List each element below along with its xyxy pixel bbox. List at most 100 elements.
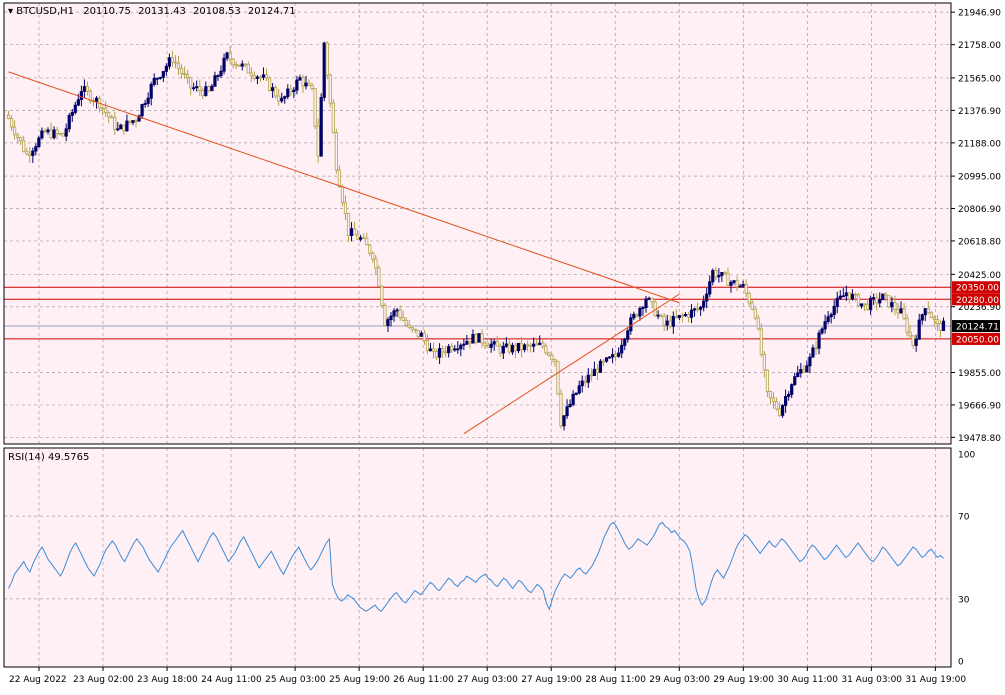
- candle-body: [289, 88, 293, 93]
- candle-body: [656, 314, 660, 317]
- candle-body: [134, 120, 138, 122]
- candle-body: [841, 295, 845, 298]
- candle-body: [173, 61, 178, 64]
- candle-body: [219, 70, 223, 77]
- candle-body: [744, 284, 748, 294]
- chart-window: 21946.90 21758.00 21565.00 21376.90 21188.00…: [0, 0, 1005, 691]
- candle-body: [346, 213, 351, 236]
- candle-body: [101, 107, 105, 110]
- candle-body: [780, 405, 785, 416]
- candle-body: [277, 95, 281, 102]
- candle-body: [240, 63, 244, 67]
- candle-body: [125, 120, 129, 132]
- candle-body: [164, 65, 168, 72]
- candle-body: [261, 74, 266, 78]
- candle-body: [601, 360, 606, 363]
- candle-body: [604, 357, 609, 362]
- candle-body: [149, 83, 153, 99]
- candle-body: [723, 272, 727, 275]
- candle-body: [301, 77, 305, 87]
- candle-body: [617, 352, 621, 357]
- candle-body: [689, 309, 694, 318]
- candle-body: [677, 314, 681, 318]
- candle-body: [386, 319, 390, 327]
- candle-body: [574, 392, 578, 395]
- candle-body: [650, 297, 654, 303]
- candle-body: [170, 57, 175, 63]
- y-tick-label: 21188.00: [958, 139, 1001, 149]
- x-tick-label: 26 Aug 11:00: [393, 675, 454, 685]
- candle-body: [225, 52, 229, 59]
- candle-body: [255, 76, 260, 79]
- candle-body: [941, 320, 946, 331]
- candle-body: [70, 112, 74, 116]
- candle-body: [559, 393, 563, 427]
- candle-body: [176, 62, 181, 69]
- candle-body: [869, 297, 873, 310]
- candle-body: [371, 252, 375, 260]
- candle-body: [665, 320, 669, 326]
- rsi-tick-label: 30: [958, 595, 970, 605]
- candle-body: [823, 321, 827, 330]
- rsi-tick-label: 70: [958, 513, 970, 523]
- candle-body: [113, 116, 117, 130]
- candle-body: [522, 344, 527, 351]
- candle-body: [568, 403, 572, 408]
- candle-body: [456, 348, 460, 351]
- candle-body: [720, 272, 724, 276]
- candle-body: [264, 74, 269, 79]
- candle-body: [161, 70, 165, 78]
- candle-body: [541, 342, 545, 347]
- candle-body: [104, 107, 108, 113]
- candle-body: [67, 115, 71, 130]
- candle-body: [495, 341, 499, 347]
- candle-body: [777, 408, 782, 416]
- candle-body: [747, 292, 751, 304]
- candle-body: [85, 86, 90, 92]
- candle-body: [55, 129, 59, 134]
- candle-body: [510, 344, 515, 353]
- candle-body: [614, 354, 618, 357]
- candle-body: [553, 359, 557, 362]
- candle-body: [228, 52, 232, 60]
- candle-body: [932, 317, 936, 320]
- candle-body: [477, 333, 481, 343]
- candle-body: [762, 354, 766, 371]
- candle-body: [902, 308, 906, 319]
- candle-body: [844, 292, 848, 297]
- candle-body: [859, 303, 864, 307]
- chart-svg: 21946.90 21758.00 21565.00 21376.90 21188.00…: [0, 0, 1005, 691]
- y-tick-label: 21376.90: [958, 107, 1001, 117]
- candle-body: [143, 103, 147, 105]
- candle-body: [471, 334, 475, 344]
- candle-body: [246, 63, 250, 74]
- candle-body: [692, 308, 697, 311]
- candle-body: [547, 352, 551, 356]
- candle-body: [325, 42, 329, 76]
- candle-body: [28, 153, 32, 156]
- candle-body: [905, 317, 909, 333]
- header-dropdown-icon: ▾: [8, 6, 13, 17]
- candle-body: [683, 313, 688, 317]
- candle-body: [286, 88, 290, 97]
- candle-body: [195, 86, 199, 89]
- candle-body: [935, 319, 940, 325]
- x-tick-label: 27 Aug 03:00: [457, 675, 518, 685]
- x-tick-label: 30 Aug 11:00: [777, 675, 838, 685]
- rsi-pane-bg: [4, 448, 951, 667]
- candle-body: [623, 338, 627, 346]
- candle-body: [243, 63, 247, 66]
- candle-body: [158, 76, 162, 79]
- candle-body: [896, 309, 900, 314]
- candle-body: [210, 85, 214, 92]
- candle-body: [586, 374, 590, 383]
- level-price-label: 20280.00: [956, 296, 999, 306]
- candle-body: [298, 77, 302, 81]
- candle-body: [592, 368, 596, 376]
- candle-body: [419, 332, 423, 337]
- candle-body: [923, 308, 927, 316]
- candle-body: [310, 84, 314, 89]
- candle-body: [620, 344, 624, 354]
- candle-body: [583, 380, 587, 383]
- candle-body: [434, 350, 439, 358]
